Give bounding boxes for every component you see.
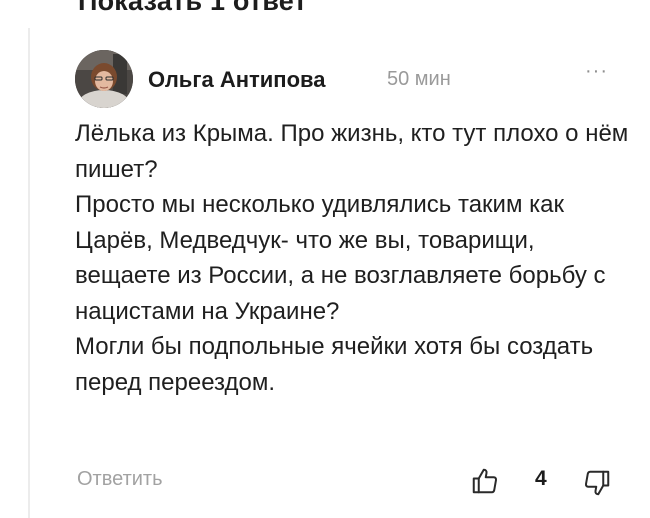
comment: Ольга Антипова 50 мин ··· Лёлька из Крым… xyxy=(75,50,635,496)
avatar[interactable] xyxy=(75,50,133,108)
like-count: 4 xyxy=(535,467,547,490)
author-name[interactable]: Ольга Антипова xyxy=(148,67,326,93)
avatar-photo xyxy=(75,50,133,108)
comment-header: Ольга Антипова 50 мин ··· xyxy=(75,50,635,110)
comment-body: Лёлька из Крыма. Про жизнь, кто тут плох… xyxy=(75,116,635,400)
thumbs-down-icon[interactable] xyxy=(582,468,612,498)
comment-time: 50 мин xyxy=(387,68,451,90)
comment-paragraph: Лёлька из Крыма. Про жизнь, кто тут плох… xyxy=(75,120,629,183)
reply-button[interactable]: Ответить xyxy=(77,468,163,491)
comment-paragraph: Просто мы несколько удивлялись таким как… xyxy=(75,191,606,325)
comment-footer: Ответить 4 xyxy=(75,464,635,500)
thumbs-up-icon[interactable] xyxy=(470,466,500,496)
comment-screen: Показать 1 ответ Ольга Антипова 50 мин ·… xyxy=(0,0,650,518)
comment-paragraph: Могли бы подпольные ячейки хотя бы созда… xyxy=(75,333,594,396)
show-replies-link[interactable]: Показать 1 ответ xyxy=(78,0,307,17)
thread-line xyxy=(28,28,30,518)
more-dots-icon[interactable]: ··· xyxy=(585,60,608,83)
